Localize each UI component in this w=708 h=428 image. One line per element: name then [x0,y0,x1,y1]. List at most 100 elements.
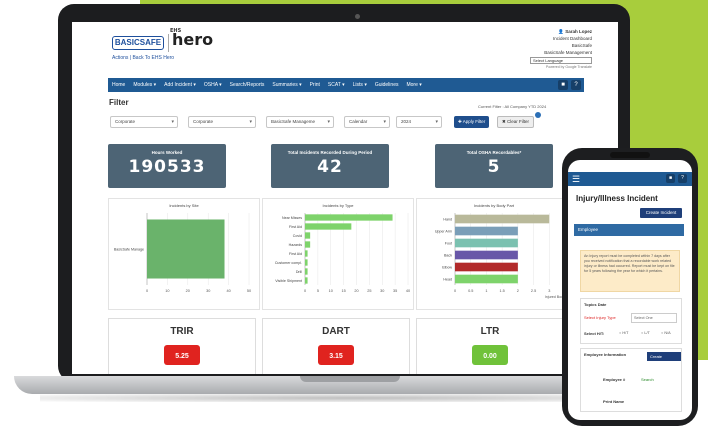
topics-date-label: Topics Date [584,302,607,307]
logo-divider [168,34,169,52]
nav-summaries[interactable]: Summaries ▾ [268,78,305,92]
nav-scat[interactable]: SCAT ▾ [324,78,349,92]
x-tick-label: 15 [342,289,346,293]
header-link-dashboard[interactable]: Incident Dashboard [530,35,592,42]
phone-page-title: Injury/Illness Incident [576,194,658,203]
filter-select-period-type[interactable]: Calendar [344,116,390,128]
nav-search-reports[interactable]: Search/Reports [226,78,269,92]
phone-notch [610,152,650,158]
x-tick-label: 0 [454,289,456,293]
bar [147,219,225,279]
injury-type-label: Select Injury Type [584,315,616,320]
radio-ht-label: H/T [622,331,629,335]
kpi-total-incidents: Total Incidents Recorded During Period 4… [271,144,389,188]
nav-osha[interactable]: OSHA ▾ [200,78,226,92]
chart-panel-by-body-part: Incidents by Body Part 00.511.522.533.5H… [416,198,572,310]
nav-more[interactable]: More ▾ [402,78,425,92]
header-link-basicsafe[interactable]: BasicSafe [530,42,592,49]
filter-select-site[interactable]: BasicSafe Manageme [266,116,334,128]
marketing-stage: BASICSAFE EHS hero Actions | Back To EHS … [0,0,708,428]
phone-navbar: ☰ ■ ? [568,172,692,186]
kpi-value: 42 [317,157,343,177]
user-name-text: Sarah Lopez [565,29,592,34]
bar [455,250,518,260]
help-icon[interactable]: ? [571,80,581,90]
user-box: 👤 Sarah Lopez Incident Dashboard BasicSa… [530,28,592,71]
language-select[interactable]: Select Language [530,57,592,64]
bar [305,259,308,266]
injury-type-select[interactable]: Select One [631,313,677,323]
filter-select-region[interactable]: Corporate [188,116,256,128]
radio-lt-label: L/T [644,331,650,335]
phone-screen: ☰ ■ ? Injury/Illness Incident Create Inc… [568,160,692,420]
employee-section-header[interactable]: Employee [574,224,684,236]
bar [305,232,311,239]
kpi-label: Total OSHA Recordables* [466,150,522,155]
phone-help-icon[interactable]: ? [678,174,687,183]
filter-select-division[interactable]: Corporate [110,116,178,128]
kpi-label: Hours Worked [151,150,183,155]
radio-na[interactable]: ○ N/A [661,331,671,335]
y-tick-label: BasicSafe Manage [114,247,144,251]
x-tick-label: 10 [165,289,169,293]
metric-card-dart: DART 3.15 [262,318,410,374]
nav-home[interactable]: Home [108,78,129,92]
bar [305,250,308,257]
metric-card-ltr: LTR 0.00 [416,318,564,374]
x-tick-label: 2 [517,289,519,293]
filter-select-year[interactable]: 2024 [396,116,442,128]
x-tick-label: 2.5 [531,289,536,293]
apply-filter-button[interactable]: ✚ Apply Filter [454,116,490,128]
employee-info-card: Employee Information Create Employee Emp… [580,348,682,412]
incidents-by-site-chart: 0 10 20 30 40 50 BasicSafe Manage [114,213,251,293]
metric-card-trir: TRIR 5.25 [108,318,256,374]
employee-search-link[interactable]: Search [641,377,654,382]
nav-print[interactable]: Print [306,78,324,92]
radio-ht[interactable]: ○ H/T [619,331,628,335]
ehs-hero-logo[interactable]: EHS hero [170,28,213,49]
y-tick-label: Foot [445,241,452,245]
select-ht-label: Select H/T: [584,331,605,336]
clear-filter-button[interactable]: ✖ Clear Filter [497,116,535,128]
incidents-by-type-chart: 0 5 10 15 20 25 30 35 40 Near Misses First Aid Covi… [275,213,410,293]
incidents-by-body-part-chart: 00.511.522.533.5HandUpper ArmFootBackElb… [435,213,568,299]
kpi-hours-worked: Hours Worked 190533 [108,144,226,188]
radio-lt[interactable]: ○ L/T [641,331,650,335]
bar [455,262,518,272]
create-employee-button[interactable]: Create Employee [647,352,681,368]
app-header: BASICSAFE EHS hero Actions | Back To EHS … [72,22,618,78]
y-tick-label: Hazards [289,243,303,247]
laptop-notch [300,376,400,382]
basicsafe-logo[interactable]: BASICSAFE [112,36,164,50]
chart-title: Incidents by Type [322,203,354,208]
current-filter-text: Current Filter : All Company YTD 2024 [478,104,547,109]
logo-hero-small: EHS [170,28,182,34]
x-tick-label: 0 [304,289,306,293]
create-incident-button[interactable]: Create Incident [640,208,682,218]
nav-add-incident[interactable]: Add Incident ▾ [160,78,200,92]
header-link-management[interactable]: BasicSafe Management [530,49,592,56]
bar [455,238,518,248]
bar [455,274,518,284]
phone-notification-icon[interactable]: ■ [666,174,675,183]
x-tick-label: 35 [393,289,397,293]
y-tick-label: Visible Shipment [275,279,302,283]
breadcrumb[interactable]: Actions | Back To EHS Hero [112,55,174,61]
powered-by-text: Powered by Google Translate [545,65,592,69]
nav-guidelines[interactable]: Guidelines [371,78,403,92]
nav-lists[interactable]: Lists ▾ [349,78,371,92]
camera-icon [355,14,360,19]
bar [305,268,308,275]
info-icon[interactable] [535,112,541,118]
user-name[interactable]: 👤 Sarah Lopez [530,28,592,35]
employee-id-label: Employee # [603,377,626,382]
chart-title: Incidents by Body Part [473,203,515,208]
metric-title: LTR [480,326,500,337]
y-tick-label: First Aid [289,225,302,229]
report-notice: An Injury report must be completed withi… [580,250,680,292]
hamburger-menu-icon[interactable]: ☰ [572,173,580,185]
notification-icon[interactable]: ■ [558,80,568,90]
bar [305,277,308,284]
x-tick-label: 20 [186,289,190,293]
nav-modules[interactable]: Modules ▾ [129,78,160,92]
